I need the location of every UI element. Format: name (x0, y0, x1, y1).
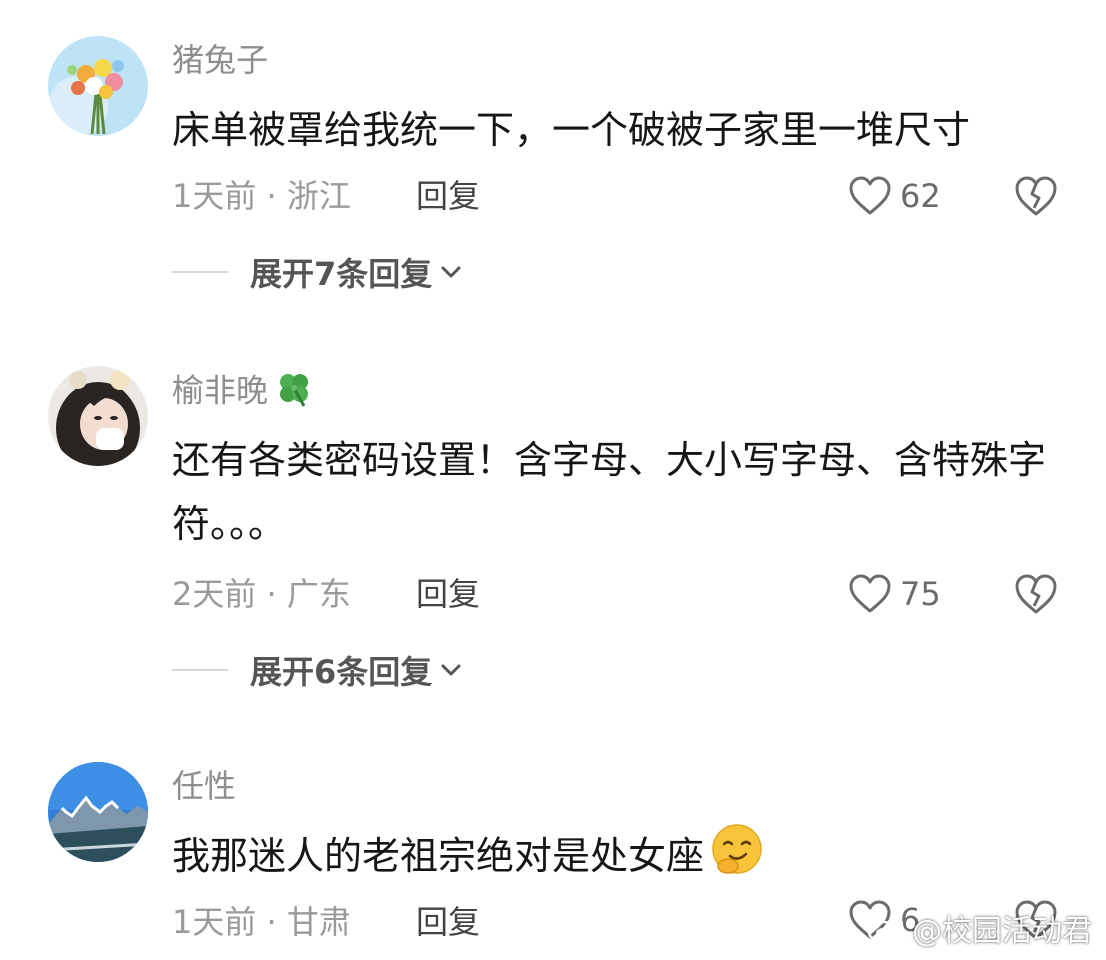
time-location: 2天前 · 广东 (172, 575, 351, 613)
watermark: @校园活动君 (866, 906, 1092, 950)
watermark-text: @校园活动君 (912, 914, 1092, 949)
heart-icon (849, 574, 891, 613)
weibo-logo-icon (867, 914, 904, 944)
divider-line (172, 271, 228, 273)
chevron-down-icon (441, 664, 461, 676)
like-count: 75 (900, 575, 941, 613)
like-count: 62 (900, 177, 941, 215)
smirking-face-emoji (710, 822, 764, 895)
avatar[interactable] (48, 36, 148, 136)
like-button[interactable]: 75 (848, 572, 941, 616)
reply-button[interactable]: 回复 (416, 574, 480, 614)
mountain-landscape-avatar-icon (48, 762, 148, 862)
username-text: 榆非晚 (172, 371, 269, 410)
dislike-button[interactable] (1012, 572, 1060, 616)
username[interactable]: 任性 (172, 766, 236, 806)
expand-replies-label: 展开7条回复 (250, 255, 433, 293)
comment-text: 床单被罩给我统一下，一个破被子家里一堆尺寸 (172, 108, 971, 152)
girl-portrait-avatar-icon (48, 366, 148, 466)
divider-line (172, 669, 228, 671)
avatar[interactable] (48, 762, 148, 862)
reply-button[interactable]: 回复 (416, 902, 480, 942)
reply-button[interactable]: 回复 (416, 176, 480, 216)
expand-replies-button[interactable]: 展开7条回复 (172, 252, 462, 293)
dislike-button[interactable] (1012, 174, 1060, 218)
username[interactable]: 猪兔子 (172, 40, 268, 80)
expand-replies-button[interactable]: 展开6条回复 (172, 650, 462, 691)
like-button[interactable]: 62 (848, 174, 941, 218)
comment-text-body: 我那迷人的老祖宗绝对是处女座 (172, 834, 705, 878)
time-location: 1天前 · 浙江 (172, 177, 351, 215)
flower-bouquet-avatar-icon (48, 36, 148, 136)
username[interactable]: 榆非晚 (172, 368, 314, 417)
broken-heart-icon (1015, 176, 1057, 216)
broken-heart-icon (1015, 574, 1057, 614)
time-location: 1天前 · 甘肃 (172, 903, 351, 941)
four-leaf-clover-icon (274, 368, 314, 417)
avatar[interactable] (48, 366, 148, 466)
chevron-down-icon (441, 266, 461, 278)
heart-icon (849, 176, 891, 215)
expand-replies-label: 展开6条回复 (250, 653, 433, 691)
comment-text: 还有各类密码设置！含字母、大小写字母、含特殊字符。。。 (172, 438, 1047, 546)
comment-text: 我那迷人的老祖宗绝对是处女座 (172, 822, 1052, 895)
